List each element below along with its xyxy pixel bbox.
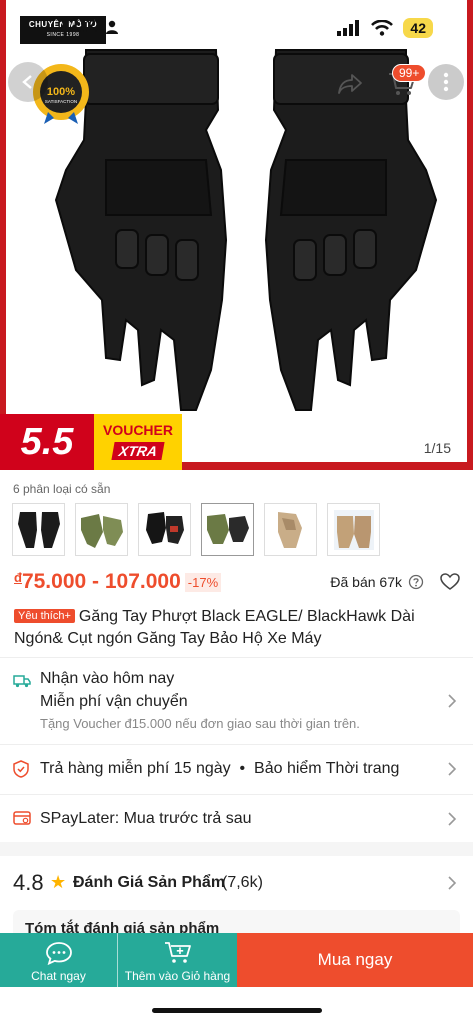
chevron-right-icon (448, 812, 457, 826)
buy-now-button[interactable]: Mua ngay (237, 933, 473, 987)
bottom-action-bar: Chat ngay Thêm vào Giỏ hàng Mua ngay (0, 933, 473, 987)
section-separator (0, 842, 473, 856)
shipping-row[interactable]: Nhận vào hôm nay Miễn phí vận chuyển Tặn… (0, 658, 473, 744)
chevron-right-icon (448, 762, 457, 776)
chat-icon (45, 942, 72, 965)
voucher-label: VOUCHER (102, 422, 173, 438)
favorite-plus-badge: Yêu thích+ (14, 609, 75, 623)
spaylater-icon (13, 811, 31, 825)
rating-label: Đánh Giá Sản Phẩm (73, 874, 226, 891)
free-shipping: Miễn phí vận chuyển (40, 693, 188, 710)
rating-row[interactable]: 4.8 ★ Đánh Giá Sản Phẩm (7,6k) (0, 862, 473, 902)
tan-glove-pair-thumb-icon (333, 509, 374, 550)
tan-glove-thumb-icon (277, 511, 302, 548)
spaylater-text: SPayLater: Mua trước trả sau (40, 810, 252, 827)
add-to-cart-button[interactable]: Thêm vào Giỏ hàng (118, 933, 237, 987)
variant-thumb[interactable] (75, 503, 128, 556)
person-icon (106, 20, 118, 34)
price-separator: - (86, 570, 105, 593)
more-vertical-icon (443, 72, 449, 92)
more-button[interactable] (428, 64, 464, 100)
returns-text: Trả hàng miễn phí 15 ngày • Bảo hiểm Thờ… (40, 760, 400, 777)
black-cut-glove-thumb-icon (145, 511, 184, 544)
delivery-date: Nhận vào hôm nay (40, 670, 175, 687)
shield-icon (13, 760, 29, 778)
buy-now-label: Mua ngay (317, 950, 393, 969)
share-button[interactable] (330, 64, 370, 104)
voucher-xtra-tag: VOUCHER XTRA (94, 414, 182, 470)
discount-badge: -17% (184, 572, 222, 592)
chat-now-label: Chat ngay (31, 969, 86, 983)
rating-count: (7,6k) (222, 874, 263, 891)
spaylater-row[interactable]: SPayLater: Mua trước trả sau (0, 795, 473, 843)
variant-thumb[interactable] (327, 503, 380, 556)
add-to-cart-label: Thêm vào Giỏ hàng (124, 969, 231, 983)
variant-thumb[interactable] (12, 503, 65, 556)
variant-thumb[interactable] (201, 503, 254, 556)
cart-badge: 99+ (392, 64, 427, 82)
battery-indicator: 42 (403, 18, 433, 38)
wifi-icon (371, 20, 394, 36)
truck-icon (13, 675, 31, 688)
image-counter: 1/15 (415, 436, 459, 460)
price-row: đ75.000 - 107.000 -17% Đã bán 67k (14, 568, 462, 596)
variant-thumb[interactable] (264, 503, 317, 556)
variant-thumbnails (12, 503, 380, 556)
price-currency: đ (14, 570, 22, 585)
add-cart-icon (164, 942, 191, 963)
chevron-right-icon (448, 694, 457, 708)
chat-now-button[interactable]: Chat ngay (0, 933, 118, 987)
sale-55-tag: 5.5 (0, 414, 94, 470)
status-time: 12:22 (58, 16, 107, 37)
chevron-right-icon (448, 876, 457, 890)
home-indicator (152, 1008, 322, 1013)
price-low: 75.000 (21, 570, 87, 593)
price-range: đ75.000 - 107.000 (14, 570, 181, 594)
back-button[interactable] (8, 62, 48, 102)
seal-caption: SATISFACTION (45, 99, 77, 104)
share-icon (338, 74, 362, 94)
returns-row[interactable]: Trả hàng miễn phí 15 ngày • Bảo hiểm Thờ… (0, 745, 473, 793)
sold-count: Đã bán 67k (330, 574, 402, 590)
status-icons: 42 (337, 18, 433, 38)
olive-glove-thumb-icon (80, 513, 123, 548)
rating-score: 4.8 (13, 870, 44, 895)
seal-percent: 100% (47, 86, 75, 98)
xtra-label: XTRA (111, 442, 165, 460)
late-voucher-note: Tặng Voucher đ15.000 nếu đơn giao sau th… (40, 716, 360, 731)
chevron-left-icon (22, 75, 32, 89)
price-high: 107.000 (104, 570, 181, 593)
variant-thumb[interactable] (138, 503, 191, 556)
black-glove-thumb-icon (17, 511, 60, 548)
signal-icon (337, 20, 360, 36)
heart-icon[interactable] (440, 573, 460, 591)
star-icon: ★ (50, 872, 67, 892)
variants-label: 6 phân loại có sẵn (13, 482, 111, 496)
status-bar: 12:22 42 (0, 0, 473, 56)
help-icon[interactable] (408, 574, 424, 590)
olive-cut-glove-thumb-icon (206, 513, 249, 544)
product-title: Yêu thích+ Găng Tay Phượt Black EAGLE/ Bl… (14, 605, 464, 650)
